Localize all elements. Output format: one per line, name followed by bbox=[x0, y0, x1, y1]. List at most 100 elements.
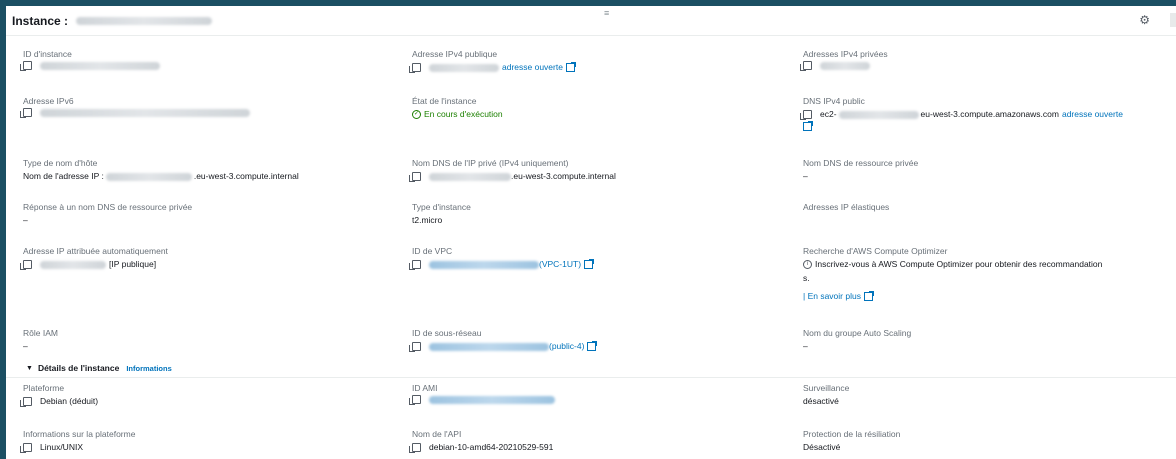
label-optimizer: Recherche d'AWS Compute Optimizer bbox=[803, 246, 948, 256]
field-optimizer: Recherche d'AWS Compute Optimizer i Inscr… bbox=[803, 246, 1176, 303]
gear-icon[interactable]: ⚙ bbox=[1139, 13, 1150, 27]
label-private-ipv4: Adresses IPv4 privées bbox=[803, 49, 888, 59]
label-asg-name: Nom du groupe Auto Scaling bbox=[803, 328, 912, 338]
redacted-value bbox=[40, 61, 160, 70]
drag-handle-icon[interactable]: ≡ bbox=[604, 8, 609, 18]
value-platform-info: Linux/UNIX bbox=[40, 442, 83, 452]
field-vpc-id: ID de VPC (VPC-1UT) bbox=[409, 246, 792, 271]
external-link-icon[interactable] bbox=[587, 341, 598, 351]
copy-icon[interactable] bbox=[800, 61, 812, 71]
open-address-link[interactable]: adresse ouverte bbox=[1062, 108, 1123, 121]
copy-icon[interactable] bbox=[20, 260, 32, 270]
label-public-dns: DNS IPv4 public bbox=[803, 96, 865, 106]
redacted-link[interactable] bbox=[429, 260, 539, 269]
value-instance-type: t2.micro bbox=[412, 215, 443, 225]
field-ami-name: Nom de l'API debian-10-amd64-20210529-59… bbox=[409, 429, 792, 454]
label-auto-ip: Adresse IP attribuée automatiquement bbox=[23, 246, 168, 256]
panel-header: Instance : ≡ ⚙ bbox=[6, 6, 1176, 36]
redacted-value bbox=[105, 172, 192, 181]
caret-down-icon[interactable]: ▼ bbox=[26, 365, 33, 372]
label-platform: Plateforme bbox=[23, 383, 65, 393]
subnet-link[interactable]: (public-4) bbox=[549, 340, 584, 353]
label-private-resource-dns: Nom DNS de ressource privée bbox=[803, 158, 919, 168]
info-icon: i bbox=[803, 260, 812, 269]
copy-icon[interactable] bbox=[409, 260, 421, 270]
redacted-value bbox=[838, 110, 919, 119]
info-link[interactable]: Informations bbox=[126, 364, 171, 373]
copy-icon[interactable] bbox=[409, 342, 421, 352]
redacted-instance-id bbox=[76, 16, 213, 25]
page-title: Instance : bbox=[12, 13, 69, 28]
field-private-resource-dns: Nom DNS de ressource privée – bbox=[803, 158, 1176, 183]
copy-icon[interactable] bbox=[20, 397, 32, 407]
field-subnet-id: ID de sous-réseau (public-4) bbox=[409, 328, 792, 353]
copy-icon[interactable] bbox=[800, 110, 812, 120]
field-private-dns-answer: Réponse à un nom DNS de ressource privée… bbox=[23, 202, 403, 227]
check-circle-icon: ✓ bbox=[412, 110, 421, 119]
copy-icon[interactable] bbox=[409, 395, 421, 405]
dns-prefix: ec2- bbox=[820, 109, 837, 119]
redacted-link[interactable] bbox=[429, 395, 555, 404]
field-ipv6: Adresse IPv6 bbox=[20, 96, 403, 118]
copy-icon[interactable] bbox=[409, 172, 421, 182]
value-auto-ip: [IP publique] bbox=[109, 259, 157, 269]
label-public-ipv4: Adresse IPv4 publique bbox=[412, 49, 498, 59]
open-address-link[interactable]: adresse ouverte bbox=[502, 61, 563, 74]
label-hostname-type: Type de nom d'hôte bbox=[23, 158, 98, 168]
external-link-icon[interactable] bbox=[584, 259, 595, 269]
label-iam-role: Rôle IAM bbox=[23, 328, 58, 338]
label-ami-name: Nom de l'API bbox=[412, 429, 462, 439]
field-instance-id: ID d'instance bbox=[20, 49, 403, 71]
learn-more-link[interactable]: | En savoir plus bbox=[803, 290, 861, 303]
label-platform-info: Informations sur la plateforme bbox=[23, 429, 136, 439]
field-termination: Protection de la résiliation Désactivé bbox=[803, 429, 1176, 454]
value-ami-name: debian-10-amd64-20210529-591 bbox=[429, 442, 554, 452]
redacted-value bbox=[429, 172, 511, 181]
copy-icon[interactable] bbox=[409, 63, 421, 73]
label-elastic-ip: Adresses IP élastiques bbox=[803, 202, 890, 212]
field-elastic-ip: Adresses IP élastiques bbox=[803, 202, 1176, 213]
value-iam-role: – bbox=[23, 341, 28, 351]
redacted-value bbox=[40, 108, 250, 117]
label-ami-id: ID AMI bbox=[412, 383, 438, 393]
section-divider bbox=[6, 377, 1176, 378]
value-private-dns-ipv4: .eu-west-3.compute.internal bbox=[511, 171, 616, 181]
value-platform: Debian (déduit) bbox=[40, 396, 99, 406]
field-asg-name: Nom du groupe Auto Scaling – bbox=[803, 328, 1176, 353]
instance-details-panel: Instance : ≡ ⚙ ID d'instance Adresse IPv… bbox=[6, 6, 1176, 459]
field-private-dns-ipv4: Nom DNS de l'IP privé (IPv4 uniquement) … bbox=[409, 158, 792, 183]
copy-icon[interactable] bbox=[20, 61, 32, 71]
field-iam-role: Rôle IAM – bbox=[23, 328, 403, 353]
external-link-icon[interactable] bbox=[803, 121, 813, 131]
redacted-value bbox=[40, 260, 106, 269]
copy-icon[interactable] bbox=[20, 443, 32, 453]
label-ipv6: Adresse IPv6 bbox=[23, 96, 74, 106]
copy-icon[interactable] bbox=[409, 443, 421, 453]
vpc-link[interactable]: (VPC-1UT) bbox=[539, 258, 581, 271]
field-auto-ip: Adresse IP attribuée automatiquement [IP… bbox=[20, 246, 403, 271]
optimizer-message-cont: s. bbox=[803, 273, 810, 283]
value-asg-name: – bbox=[803, 341, 808, 351]
optimizer-message: Inscrivez-vous à AWS Compute Optimizer p… bbox=[815, 259, 1103, 269]
field-instance-type: Type d'instance t2.micro bbox=[412, 202, 792, 227]
external-link-icon[interactable] bbox=[863, 291, 874, 301]
value-private-dns-answer: – bbox=[23, 215, 28, 225]
field-ami-id: ID AMI bbox=[409, 383, 792, 405]
field-public-dns: DNS IPv4 public ec2- eu-west-3.compute.am… bbox=[800, 96, 1176, 131]
field-platform: Plateforme Debian (déduit) bbox=[20, 383, 403, 408]
label-termination: Protection de la résiliation bbox=[803, 429, 901, 439]
redacted-link[interactable] bbox=[429, 342, 549, 351]
value-private-resource-dns: – bbox=[803, 171, 808, 181]
hostname-prefix: Nom de l'adresse IP : bbox=[23, 171, 104, 181]
label-monitoring: Surveillance bbox=[803, 383, 850, 393]
copy-icon[interactable] bbox=[20, 108, 32, 118]
label-vpc-id: ID de VPC bbox=[412, 246, 453, 256]
external-link-icon[interactable] bbox=[565, 62, 576, 72]
field-hostname-type: Type de nom d'hôte Nom de l'adresse IP :… bbox=[23, 158, 403, 183]
label-instance-state: État de l'instance bbox=[412, 96, 477, 106]
field-private-ipv4: Adresses IPv4 privées bbox=[800, 49, 1176, 71]
field-platform-info: Informations sur la plateforme Linux/UNI… bbox=[20, 429, 403, 454]
value-public-dns: eu-west-3.compute.amazonaws.com bbox=[920, 109, 1059, 119]
field-instance-state: État de l'instance ✓ En cours d'exécution bbox=[412, 96, 792, 121]
instance-details-section-header[interactable]: ▼ Détails de l'instance Informations bbox=[26, 363, 172, 373]
